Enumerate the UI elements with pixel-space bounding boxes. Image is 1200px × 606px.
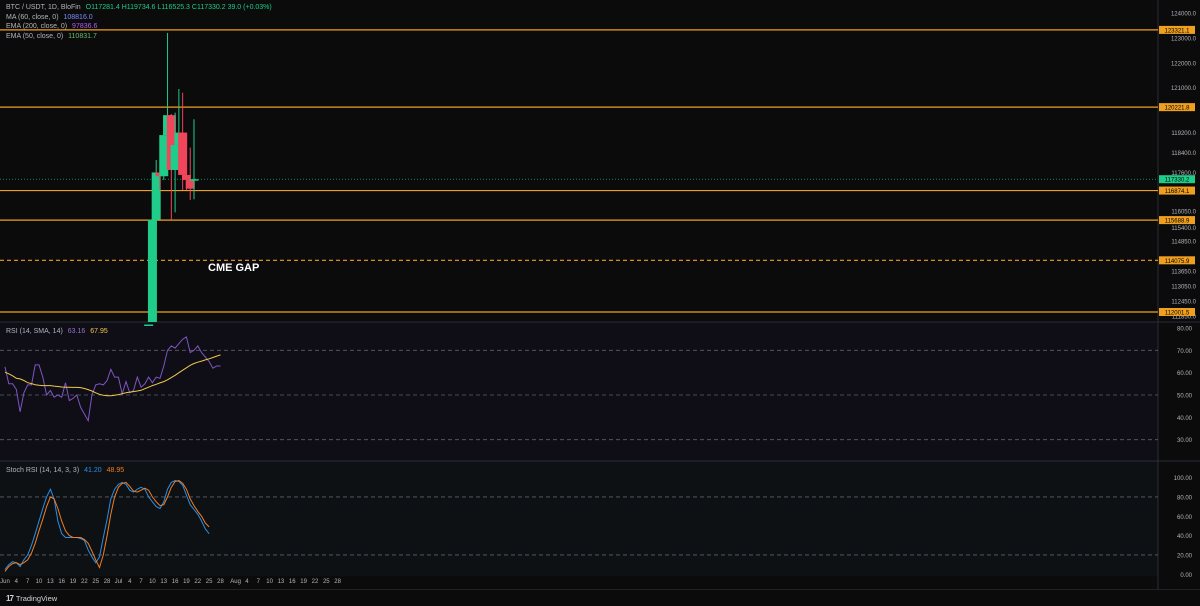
- candle-body: [178, 132, 188, 175]
- candle-body: [151, 172, 161, 220]
- level-price-label: 112001.5: [1165, 310, 1190, 316]
- level-price-label: 116874.1: [1165, 189, 1190, 195]
- time-tick-label: 16: [172, 579, 179, 585]
- annotation-text: CME GAP: [208, 262, 259, 274]
- candle-body: [185, 179, 195, 189]
- time-tick-label: 19: [300, 579, 307, 585]
- time-tick-label: 19: [183, 579, 190, 585]
- rsi-tick-label: 50.00: [1177, 394, 1193, 400]
- stoch-tick-label: 20.00: [1177, 553, 1193, 559]
- level-price-label: 115688.9: [1165, 219, 1190, 225]
- candle-body: [147, 219, 157, 322]
- symbol-line: BTC / USDT, 1D, BloFin O117281.4 H119734…: [6, 3, 272, 13]
- time-tick-label: 13: [47, 579, 54, 585]
- time-tick-label: 4: [15, 579, 19, 585]
- time-tick-label: 22: [81, 579, 88, 585]
- price-tick-label: 114850.0: [1171, 240, 1196, 246]
- time-tick-label: 19: [70, 579, 77, 585]
- stoch-k-value: 41.20: [84, 467, 102, 474]
- time-tick-label: 22: [194, 579, 201, 585]
- current-price-label: 117330.2: [1165, 178, 1190, 184]
- stoch-tick-label: 40.00: [1177, 534, 1193, 540]
- stoch-tick-label: 100.00: [1174, 476, 1193, 482]
- stoch-tick-label: 80.00: [1177, 495, 1193, 501]
- candle-body: [189, 179, 199, 181]
- price-tick-label: 116050.0: [1171, 210, 1196, 216]
- ema50-label: EMA (50, close, 0): [6, 32, 64, 40]
- rsi-title: RSI (14, SMA, 14): [6, 328, 63, 335]
- rsi-pane-bg: [0, 322, 1158, 461]
- time-tick-label: 28: [217, 579, 224, 585]
- stoch-tick-label: 0.00: [1180, 573, 1192, 579]
- rsi-tick-label: 30.00: [1177, 438, 1193, 444]
- time-tick-label: 13: [278, 579, 285, 585]
- time-tick-label: 10: [266, 579, 273, 585]
- stoch-rsi-legend[interactable]: Stoch RSI (14, 14, 3, 3) 41.20 48.95: [6, 466, 124, 476]
- ema200-legend[interactable]: EMA (200, close, 0) 97836.6: [6, 22, 272, 32]
- rsi-tick-label: 60.00: [1177, 371, 1193, 377]
- stoch-title: Stoch RSI (14, 14, 3, 3): [6, 467, 80, 474]
- level-price-label: 114075.9: [1165, 259, 1190, 265]
- price-tick-label: 115400.0: [1171, 226, 1196, 232]
- ema200-value: 97836.6: [72, 23, 98, 30]
- time-tick-label: 7: [139, 579, 143, 585]
- time-tick-label: 7: [26, 579, 30, 585]
- time-tick-label: 25: [92, 579, 99, 585]
- footer-bar: 17 TradingView: [0, 589, 1200, 606]
- ema200-label: EMA (200, close, 0): [6, 23, 68, 30]
- time-tick-label: 16: [58, 579, 65, 585]
- ma60-value: 108816.0: [63, 13, 93, 21]
- ohlc-values: O117281.4 H119734.6 L116525.3 C117330.2 …: [85, 4, 272, 11]
- price-tick-label: 121000.0: [1171, 86, 1197, 92]
- time-tick-label: 28: [334, 579, 341, 585]
- price-tick-label: 124000.0: [1171, 11, 1197, 17]
- price-tick-label: 113050.0: [1171, 284, 1196, 290]
- ema50-value: 110831.7: [68, 32, 97, 40]
- time-tick-label: 7: [257, 579, 261, 585]
- time-tick-label: 4: [245, 579, 249, 585]
- tradingview-logo-icon: 17: [6, 594, 14, 603]
- price-tick-label: 119200.0: [1171, 131, 1196, 137]
- time-tick-label: 13: [160, 579, 167, 585]
- time-tick-label: 16: [289, 579, 296, 585]
- stoch-tick-label: 60.00: [1177, 515, 1193, 521]
- candle-body: [144, 324, 154, 326]
- stoch-d-value: 48.95: [106, 467, 125, 474]
- time-tick-label: 4: [128, 579, 132, 585]
- rsi-tick-label: 70.00: [1177, 349, 1193, 355]
- price-tick-label: 112450.0: [1171, 299, 1196, 305]
- time-tick-label: 10: [36, 579, 43, 585]
- time-tick-label: 10: [149, 579, 156, 585]
- price-legend: BTC / USDT, 1D, BloFin O117281.4 H119734…: [6, 3, 272, 41]
- time-tick-label: 25: [206, 579, 213, 585]
- level-price-label: 123321.1: [1164, 28, 1190, 34]
- price-tick-label: 113650.0: [1171, 269, 1196, 275]
- stoch-pane-bg: [0, 461, 1158, 576]
- time-tick-label: 28: [104, 579, 111, 585]
- time-tick-label: 25: [323, 579, 330, 585]
- brand-label: TradingView: [15, 594, 58, 603]
- symbol-title: BTC / USDT, 1D, BloFin: [6, 4, 81, 11]
- rsi-legend[interactable]: RSI (14, SMA, 14) 63.16 67.95: [6, 327, 108, 337]
- rsi-tick-label: 40.00: [1177, 416, 1193, 422]
- time-tick-label: Jul: [115, 579, 123, 585]
- ma60-label: MA (60, close, 0): [6, 13, 59, 21]
- rsi-value: 63.16: [67, 328, 86, 335]
- price-tick-label: 118400.0: [1171, 151, 1196, 157]
- level-price-label: 120221.8: [1164, 106, 1190, 112]
- time-tick-label: 22: [312, 579, 319, 585]
- time-tick-label: Aug: [230, 579, 241, 585]
- price-tick-label: 122000.0: [1171, 61, 1197, 67]
- ema50-legend[interactable]: EMA (50, close, 0) 110831.7: [6, 32, 272, 42]
- rsi-ma-value: 67.95: [90, 328, 108, 335]
- ma60-legend[interactable]: MA (60, close, 0) 108816.0: [6, 13, 272, 23]
- rsi-tick-label: 80.00: [1177, 327, 1193, 333]
- tradingview-brand[interactable]: 17 TradingView: [6, 594, 57, 603]
- time-tick-label: Jun: [0, 579, 10, 585]
- chart-canvas[interactable]: 124000.0 123000.0 122000.0 121000.0 119200.0…: [0, 0, 1200, 605]
- price-tick-label: 123000.0: [1171, 36, 1197, 42]
